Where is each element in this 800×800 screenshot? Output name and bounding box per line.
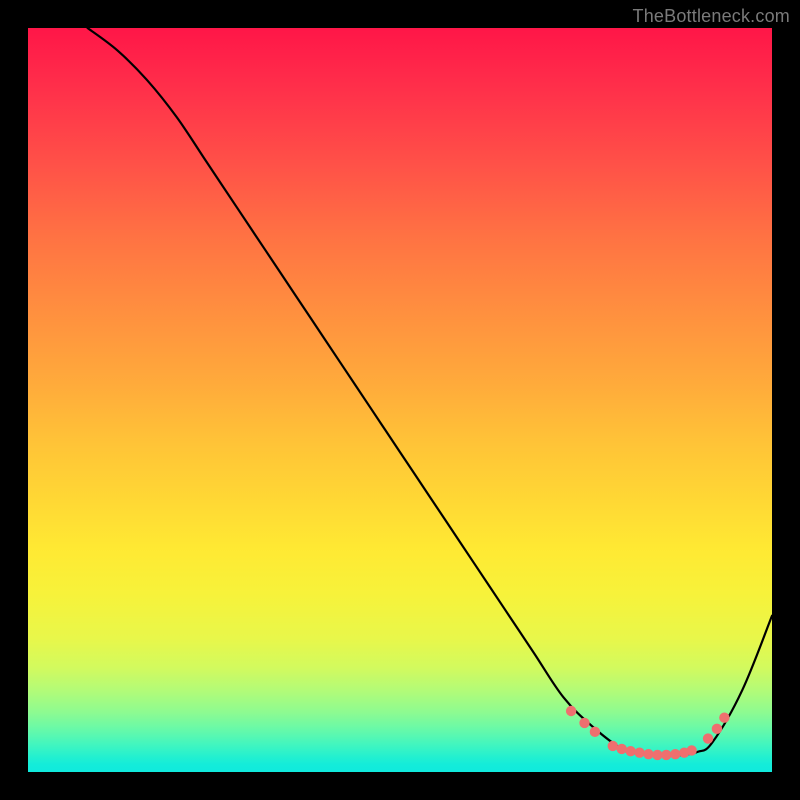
curve-markers (566, 706, 730, 760)
curve-marker (670, 749, 680, 759)
curve-marker (719, 712, 729, 722)
curve-marker (703, 733, 713, 743)
curve-marker (566, 706, 576, 716)
chart-stage: TheBottleneck.com (0, 0, 800, 800)
curve-marker (686, 745, 696, 755)
curve-marker (608, 741, 618, 751)
curve-marker (652, 750, 662, 760)
curve-marker (625, 746, 635, 756)
chart-svg (28, 28, 772, 772)
curve-marker (617, 744, 627, 754)
plot-area (28, 28, 772, 772)
curve-marker (590, 727, 600, 737)
curve-marker (634, 747, 644, 757)
bottleneck-curve (88, 28, 772, 756)
curve-marker (712, 724, 722, 734)
curve-marker (579, 718, 589, 728)
watermark-text: TheBottleneck.com (633, 6, 790, 27)
curve-marker (643, 749, 653, 759)
curve-marker (661, 750, 671, 760)
